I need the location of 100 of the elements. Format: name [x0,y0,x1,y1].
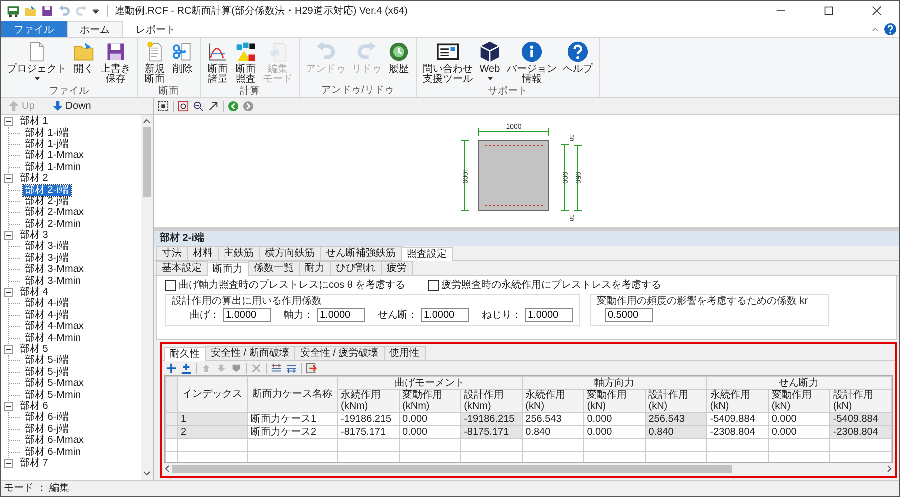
tab[interactable]: 耐久性 [164,347,206,361]
select-icon[interactable] [158,100,169,112]
scroll-thumb[interactable] [172,465,732,473]
tree-item[interactable]: 部材 2 [18,173,50,184]
scroll-up-icon[interactable] [143,117,151,125]
help-icon[interactable] [884,22,897,36]
collapse-icon[interactable] [4,458,13,468]
tab[interactable]: 寸法 [156,246,188,260]
scroll-down-icon[interactable] [143,470,151,478]
tree-item[interactable]: 部材 2-Mmax [23,207,86,218]
maximize-icon[interactable] [824,6,834,16]
tab[interactable]: 疲労 [381,261,413,275]
tree-item[interactable]: 部材 4-i端 [23,298,71,310]
tab[interactable]: 使用性 [384,346,426,360]
ribbon-button[interactable]: 開く [70,40,98,86]
tab[interactable]: 係数一覧 [248,261,300,275]
row-insert-icon[interactable] [271,362,282,374]
checkbox[interactable] [165,280,176,290]
zoom-out-icon[interactable] [193,100,204,112]
tree-item[interactable]: 部材 1 [18,116,50,128]
tree-item[interactable]: 部材 5-Mmin [23,390,84,401]
ribbon-button[interactable]: バージョン 情報 [504,40,560,86]
number-field[interactable]: 1.0000 [223,308,271,322]
tree-item[interactable]: 部材 4 [18,287,50,298]
scroll-thumb[interactable] [143,127,151,197]
collapse-icon[interactable] [4,174,13,184]
insert-icon[interactable] [181,362,192,374]
collapse-icon[interactable] [4,402,13,411]
ribbon-button[interactable]: 履歴 [385,40,413,85]
tab[interactable]: 材料 [187,246,219,260]
tab[interactable]: せん断補強鉄筋 [320,246,402,260]
ribbon-button[interactable]: Web [476,40,504,86]
horizontal-scrollbar[interactable] [164,463,893,475]
tree-item[interactable]: 部材 5-Mmax [23,378,86,390]
tree-item[interactable]: 部材 1-Mmax [23,150,86,162]
ribbon-tab[interactable]: ファイル [1,21,67,37]
ribbon-button[interactable]: 新規 断面 [141,40,169,86]
tree-item[interactable]: 部材 5 [18,344,50,355]
collapse-icon[interactable] [4,345,13,354]
export-icon[interactable] [306,362,317,374]
number-field[interactable]: 1.0000 [525,308,573,322]
tree-item[interactable]: 部材 5-j端 [23,366,71,378]
close-icon[interactable] [872,6,882,16]
back-icon[interactable] [228,100,239,112]
tree-item[interactable]: 部材 3-i端 [23,241,71,252]
vertical-scrollbar[interactable] [141,115,153,480]
tree-item[interactable]: 部材 6-Mmax [23,435,86,446]
tree-item[interactable]: 部材 3-j端 [23,252,71,264]
tree-item[interactable]: 部材 1-Mmin [23,162,84,173]
caret-icon[interactable] [92,7,100,15]
scroll-right-icon[interactable] [885,465,893,473]
tree-item[interactable]: 部材 6-j端 [23,424,71,435]
tab[interactable]: 安全性 / 断面破壊 [205,346,296,360]
collapse-icon[interactable] [4,231,13,240]
tree-item[interactable]: 部材 3-Mmax [23,264,86,276]
tree-item[interactable]: 部材 4-Mmin [23,332,84,344]
collapse-icon[interactable] [4,117,13,126]
scroll-left-icon[interactable] [164,465,172,473]
tree-item[interactable]: 部材 1-i端 [23,128,71,139]
tree-item[interactable]: 部材 1-j端 [23,138,71,150]
tree-item[interactable]: 部材 3 [18,230,50,242]
tree-item[interactable]: 部材 6-Mmin [23,446,84,458]
tree-item[interactable]: 部材 7 [18,458,50,469]
checkbox[interactable] [428,280,439,290]
forward-icon[interactable] [243,100,254,112]
tab[interactable]: 主鉄筋 [218,246,260,260]
ribbon-button[interactable]: 問い合わせ 支援ツール [420,40,476,86]
ribbon-button[interactable]: プロジェクト [4,40,70,86]
tab[interactable]: 断面力 [207,262,249,276]
ribbon-button[interactable]: 断面 照査 [232,40,260,86]
tree-item[interactable]: 部材 6-i端 [23,412,71,424]
add-icon[interactable] [166,362,177,374]
tree-item[interactable]: 部材 2-j端 [23,196,71,207]
diagonal-arrow-icon[interactable] [208,100,219,112]
ribbon-button[interactable]: 断面 諸量 [204,40,232,86]
tree-item[interactable]: 部材 2-Mmin [23,218,84,230]
ribbon-button[interactable]: 削除 [169,40,197,86]
tree-item[interactable]: 部材 4-Mmax [23,321,86,332]
number-field[interactable]: 1.0000 [317,308,365,322]
ribbon-button[interactable]: ヘルプ [560,40,596,86]
tab[interactable]: 耐力 [299,261,331,275]
row-append-icon[interactable] [286,362,297,374]
ribbon-button[interactable]: 上書き 保存 [98,40,134,86]
floppy-icon[interactable] [41,4,54,18]
collapse-icon[interactable] [4,288,13,298]
tree-item[interactable]: 部材 4-j端 [23,310,71,321]
nav-button[interactable]: Down [50,100,94,112]
tree-item[interactable]: 部材 6 [18,400,50,412]
number-field[interactable]: 0.5000 [605,308,653,322]
ribbon-tab[interactable]: ホーム [67,21,123,37]
zoom-fit-icon[interactable] [178,100,189,112]
tab[interactable]: 基本設定 [156,261,208,275]
tree-item[interactable]: 部材 5-i端 [23,355,71,366]
tab[interactable]: 安全性 / 疲労破壊 [294,346,385,360]
tree-item[interactable]: 部材 2-i端 [23,184,71,196]
tab[interactable]: 照査設定 [401,247,453,261]
tab[interactable]: ひび割れ [330,261,382,275]
tree-item[interactable]: 部材 3-Mmin [23,276,84,287]
folder-icon[interactable] [24,4,37,18]
number-field[interactable]: 1.0000 [421,308,469,322]
